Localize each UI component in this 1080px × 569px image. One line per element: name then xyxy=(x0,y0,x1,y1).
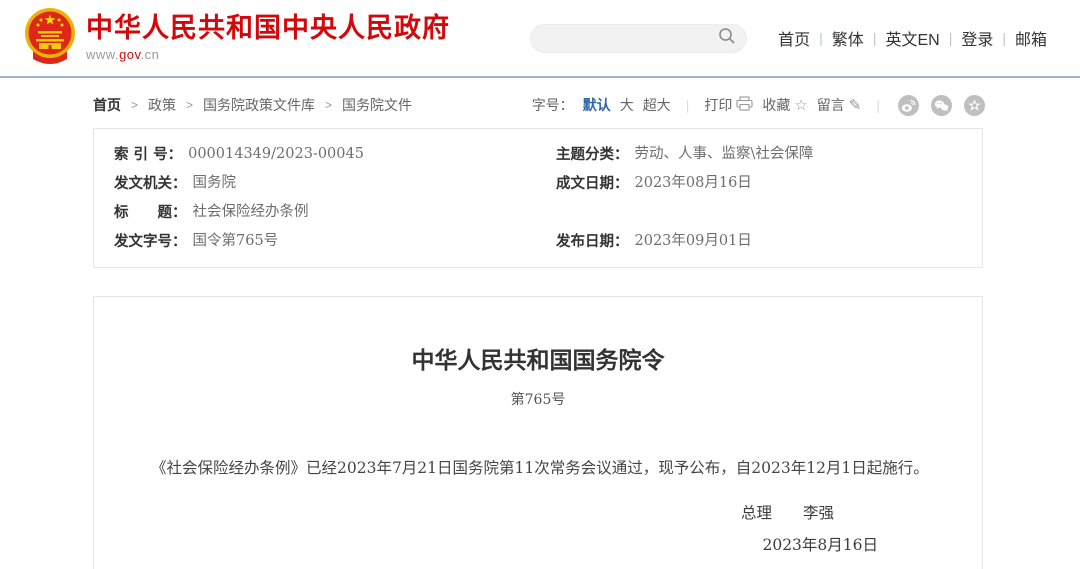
favorite-button[interactable]: 收藏 ☆ xyxy=(762,95,807,115)
print-button[interactable]: 打印 xyxy=(704,95,753,115)
breadcrumb-state-council-docs[interactable]: 国务院文件 xyxy=(342,95,412,115)
font-size-xlarge[interactable]: 超大 xyxy=(643,95,671,115)
national-emblem-icon xyxy=(24,7,76,70)
nav-home[interactable]: 首页 xyxy=(769,26,819,50)
search-box[interactable] xyxy=(530,24,747,53)
breadcrumb-toolbar-row: 首页 > 政策 > 国务院政策文件库 > 国务院文件 字号： 默认 大 超大 |… xyxy=(0,78,1080,120)
breadcrumb-home[interactable]: 首页 xyxy=(93,95,121,115)
pencil-icon: ✎ xyxy=(849,96,862,114)
breadcrumb: 首页 > 政策 > 国务院政策文件库 > 国务院文件 xyxy=(93,95,412,115)
document-content-box: 中华人民共和国国务院令 第765号 《社会保险经办条例》已经2023年7月21日… xyxy=(93,296,983,569)
signature-date: 2023年8月16日 xyxy=(94,533,982,555)
site-url: www.gov.cn xyxy=(86,47,450,62)
site-header: 中华人民共和国中央人民政府 www.gov.cn 首页 | 繁体 | 英文EN … xyxy=(0,0,1080,78)
top-nav: 首页 | 繁体 | 英文EN | 登录 | 邮箱 xyxy=(769,26,1056,50)
premier-signature: 总理 李强 xyxy=(94,501,982,523)
nav-login[interactable]: 登录 xyxy=(952,26,1002,50)
breadcrumb-policy-library[interactable]: 国务院政策文件库 xyxy=(203,95,315,115)
meta-row-index-number: 索 引 号： 000014349/2023-00045 xyxy=(94,140,536,169)
toolbar: 字号： 默认 大 超大 | 打印 收藏 ☆ 留言 ✎ | xyxy=(532,95,985,116)
star-outline-icon: ☆ xyxy=(794,96,807,114)
breadcrumb-policy[interactable]: 政策 xyxy=(148,95,176,115)
wechat-icon[interactable] xyxy=(931,95,952,116)
meta-row-document-number: 发文字号： 国令第765号 xyxy=(94,227,536,256)
decree-title: 中华人民共和国国务院令 xyxy=(94,341,982,375)
nav-english[interactable]: 英文EN xyxy=(876,26,948,50)
printer-icon xyxy=(736,96,753,114)
site-logo[interactable]: 中华人民共和国中央人民政府 www.gov.cn xyxy=(24,7,450,70)
nav-mail[interactable]: 邮箱 xyxy=(1006,26,1056,50)
search-icon[interactable] xyxy=(718,27,736,50)
comment-button[interactable]: 留言 ✎ xyxy=(817,95,862,115)
nav-traditional[interactable]: 繁体 xyxy=(823,26,873,50)
metadata-right-column: 主题分类： 劳动、人事、监察\社会保障 成文日期： 2023年08月16日 发布… xyxy=(536,140,982,256)
weibo-icon[interactable] xyxy=(898,95,919,116)
metadata-left-column: 索 引 号： 000014349/2023-00045 发文机关： 国务院 标 … xyxy=(94,140,536,256)
meta-row-title: 标 题： 社会保险经办条例 xyxy=(94,198,536,227)
site-identity: 中华人民共和国中央人民政府 www.gov.cn xyxy=(86,14,450,62)
meta-row-issuing-agency: 发文机关： 国务院 xyxy=(94,169,536,198)
star-share-icon[interactable] xyxy=(964,95,985,116)
meta-row-empty xyxy=(536,198,982,227)
font-size-label: 字号： xyxy=(532,95,574,115)
meta-row-written-date: 成文日期： 2023年08月16日 xyxy=(536,169,982,198)
decree-number: 第765号 xyxy=(94,389,982,409)
document-metadata-box: 索 引 号： 000014349/2023-00045 发文机关： 国务院 标 … xyxy=(93,128,983,268)
font-size-default[interactable]: 默认 xyxy=(583,95,611,115)
meta-row-topic-category: 主题分类： 劳动、人事、监察\社会保障 xyxy=(536,140,982,169)
search-input[interactable] xyxy=(541,31,718,46)
decree-body-paragraph: 《社会保险经办条例》已经2023年7月21日国务院第11次常务会议通过，现予公布… xyxy=(94,455,982,481)
site-title: 中华人民共和国中央人民政府 xyxy=(86,14,450,44)
font-size-large[interactable]: 大 xyxy=(620,95,634,115)
meta-row-publish-date: 发布日期： 2023年09月01日 xyxy=(536,227,982,256)
